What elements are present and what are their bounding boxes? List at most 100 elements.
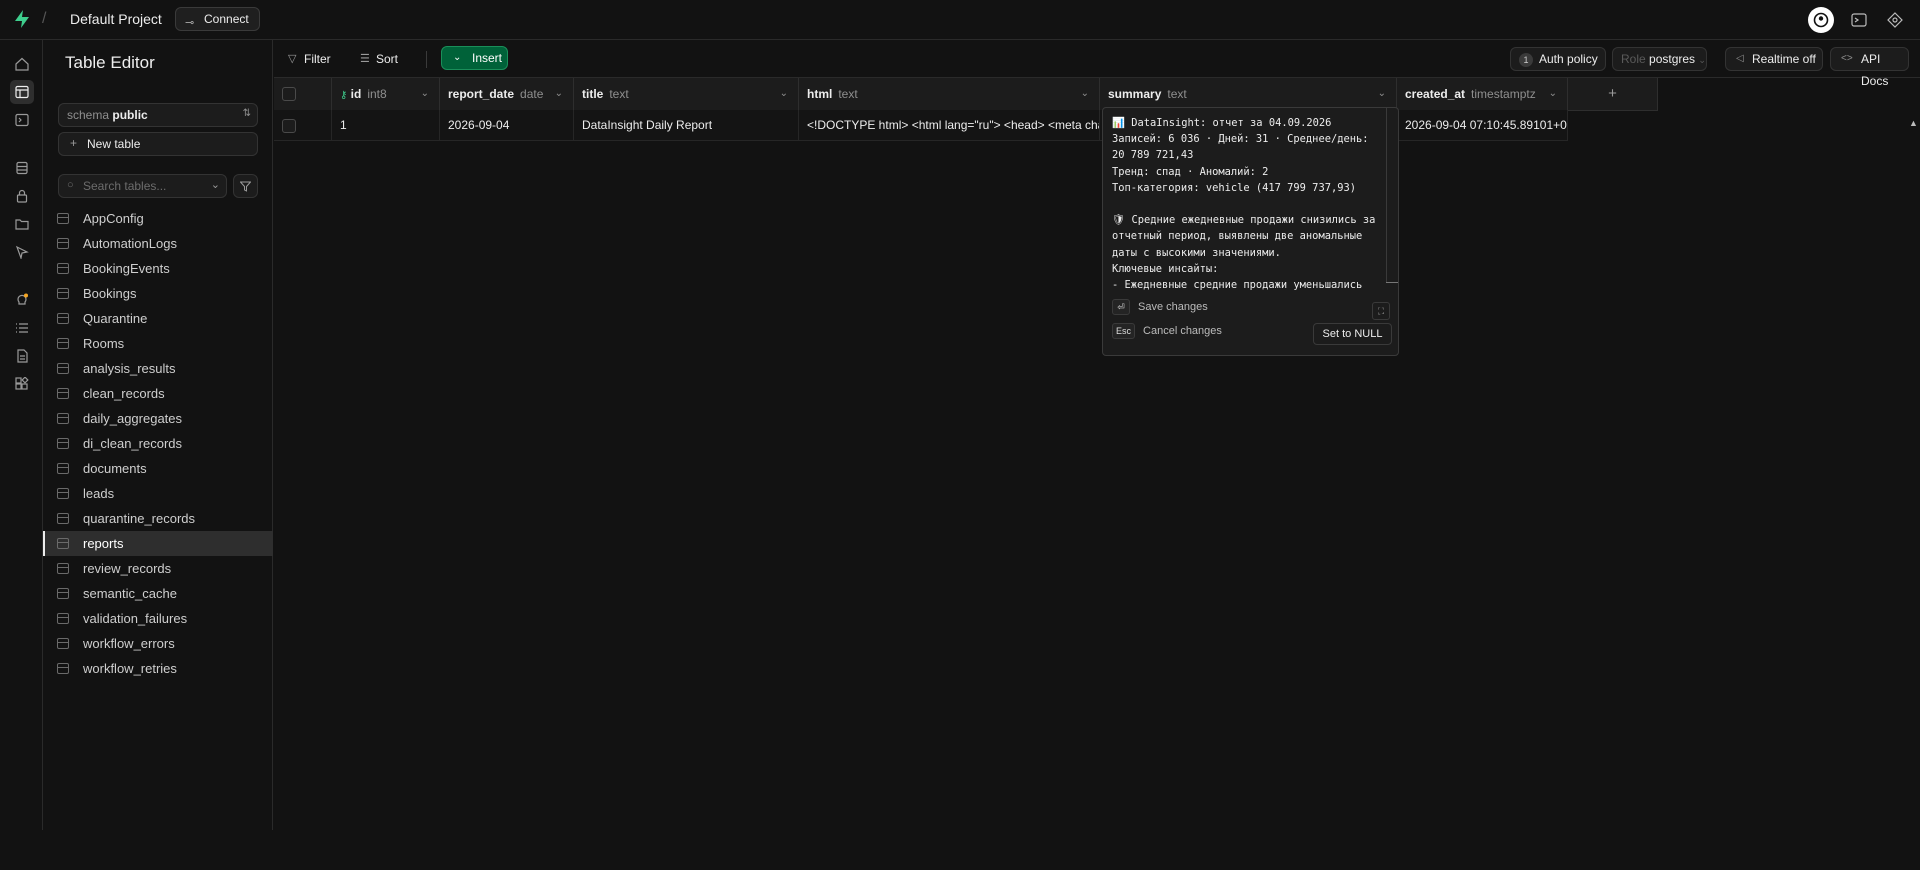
table-icon [57,663,69,674]
cancel-changes-button[interactable]: Esc Cancel changes [1112,323,1222,339]
filter-label: Filter [304,52,331,66]
connect-button[interactable]: ⊸ Connect [175,7,260,31]
sidebar-item-reports[interactable]: reports [43,531,273,556]
sidebar-item-quarantine-records[interactable]: quarantine_records [43,506,273,531]
sort-button[interactable]: ☰ Sort [356,48,398,70]
chevron-down-icon[interactable]: ⌄ [780,78,788,110]
sidebar-item-label: BookingEvents [83,261,170,276]
column-header-id[interactable]: ⚷ id int8 ⌄ [332,78,440,111]
sidebar-item-daily-aggregates[interactable]: daily_aggregates [43,406,273,431]
insert-button[interactable]: ⌄ Insert [441,46,508,70]
editor-scrollbar[interactable] [1386,108,1387,282]
filter-button[interactable]: ▽ Filter [284,48,331,70]
sidebar-item-label: analysis_results [83,361,176,376]
sidebar-item-semantic-cache[interactable]: semantic_cache [43,581,273,606]
sidebar-item-leads[interactable]: leads [43,481,273,506]
cell-html[interactable]: <!DOCTYPE html> <html lang="ru"> <head> … [799,110,1100,141]
column-name: html [807,87,833,101]
column-header-html[interactable]: html text ⌄ [799,78,1100,111]
sql-editor-icon[interactable] [10,108,34,132]
sidebar-item-quarantine[interactable]: Quarantine [43,306,273,331]
cell-editor-popover: 📊 DataInsight: отчет за 04.09.2026 Запис… [1102,107,1399,356]
sidebar-item-automationlogs[interactable]: AutomationLogs [43,231,273,256]
connect-label: Connect [204,12,249,26]
filter-tables-button[interactable] [233,174,258,198]
expand-icon[interactable]: ⛶ [1372,302,1390,320]
chevron-down-icon[interactable]: ⌄ [1081,78,1089,110]
new-table-button[interactable]: + New table [58,132,258,156]
column-header-created-at[interactable]: created_at timestamptz ⌄ [1397,78,1568,111]
cell-editor-textarea[interactable]: 📊 DataInsight: отчет за 04.09.2026 Запис… [1112,115,1387,290]
set-to-null-button[interactable]: Set to NULL [1313,323,1392,345]
sidebar-item-bookings[interactable]: Bookings [43,281,273,306]
table-editor-icon[interactable] [10,80,34,104]
chevron-updown-icon: ⇅ [242,108,251,119]
table-icon [57,238,69,249]
chevron-down-icon[interactable]: ⌄ [1549,78,1557,110]
logs-icon[interactable] [10,316,34,340]
enter-key-icon: ⏎ [1112,299,1130,315]
sidebar-item-validation-failures[interactable]: validation_failures [43,606,273,631]
chevron-down-icon[interactable]: ⌄ [421,78,429,110]
sidebar-item-clean-records[interactable]: clean_records [43,381,273,406]
sidebar-item-di-clean-records[interactable]: di_clean_records [43,431,273,456]
column-type: text [1167,87,1187,101]
add-column-button[interactable]: + [1568,78,1658,111]
sidebar-item-rooms[interactable]: Rooms [43,331,273,356]
api-docs-label: API Docs [1861,52,1889,88]
docs-icon[interactable] [10,344,34,368]
advisor-icon[interactable] [10,288,34,312]
database-icon[interactable] [10,156,34,180]
table-editor-sidebar: Table Editor schema public ⇅ + New table… [43,40,273,830]
realtime-button[interactable]: ◁ Realtime off [1725,47,1823,71]
settings-icon[interactable] [1884,9,1906,31]
home-icon[interactable] [10,52,34,76]
scroll-up-icon[interactable]: ▲ [1909,118,1918,128]
resize-handle[interactable] [1386,282,1398,283]
row-checkbox[interactable] [282,119,296,133]
cell-created-at[interactable]: 2026-09-04 07:10:45.89101+00 [1397,110,1568,141]
select-all-checkbox[interactable] [282,87,296,101]
cell-title[interactable]: DataInsight Daily Report [574,110,799,141]
sidebar-item-appconfig[interactable]: AppConfig [43,206,273,231]
top-bar: / Default Project ⊸ Connect [0,0,1920,40]
role-select[interactable]: Role postgres ⌄ [1612,47,1707,71]
sidebar-item-documents[interactable]: documents [43,456,273,481]
vertical-scrollbar[interactable]: ▲ [1906,118,1920,870]
sidebar-item-analysis-results[interactable]: analysis_results [43,356,273,381]
sidebar-item-label: daily_aggregates [83,411,183,426]
terminal-icon[interactable] [1848,9,1870,31]
cell-report-date[interactable]: 2026-09-04 [440,110,574,141]
column-header-title[interactable]: title text ⌄ [574,78,799,111]
edge-functions-icon[interactable] [10,240,34,264]
column-name: summary [1108,87,1162,101]
schema-select[interactable]: schema public ⇅ [58,103,258,127]
avatar[interactable] [1808,7,1834,33]
sidebar-item-label: clean_records [83,386,165,401]
sidebar-item-workflow-retries[interactable]: workflow_retries [43,656,273,681]
row-select-cell [274,110,332,141]
auth-policy-button[interactable]: 1 Auth policy [1510,47,1606,71]
sidebar-item-bookingevents[interactable]: BookingEvents [43,256,273,281]
cancel-changes-label: Cancel changes [1143,325,1222,337]
chevron-down-icon[interactable]: ⌄ [555,78,563,110]
chevron-double-down-icon[interactable]: ⌄ [211,178,220,191]
integrations-icon[interactable] [10,372,34,396]
sidebar-item-workflow-errors[interactable]: workflow_errors [43,631,273,656]
lock-icon[interactable] [10,184,34,208]
table-icon [57,563,69,574]
search-input[interactable] [83,178,203,194]
project-name[interactable]: Default Project [70,11,162,27]
cell-id[interactable]: 1 [332,110,440,141]
api-docs-button[interactable]: <> API Docs [1830,47,1909,88]
column-type: timestamptz [1471,87,1536,101]
column-header-report-date[interactable]: report_date date ⌄ [440,78,574,111]
supabase-logo-icon[interactable] [12,9,32,29]
sidebar-item-review-records[interactable]: review_records [43,556,273,581]
nav-rail [0,40,43,830]
save-changes-button[interactable]: ⏎ Save changes [1112,299,1208,315]
storage-icon[interactable] [10,212,34,236]
primary-key-icon: ⚷ [340,90,348,101]
column-type: date [520,87,544,101]
chevron-down-icon[interactable]: ⌄ [1378,78,1386,110]
